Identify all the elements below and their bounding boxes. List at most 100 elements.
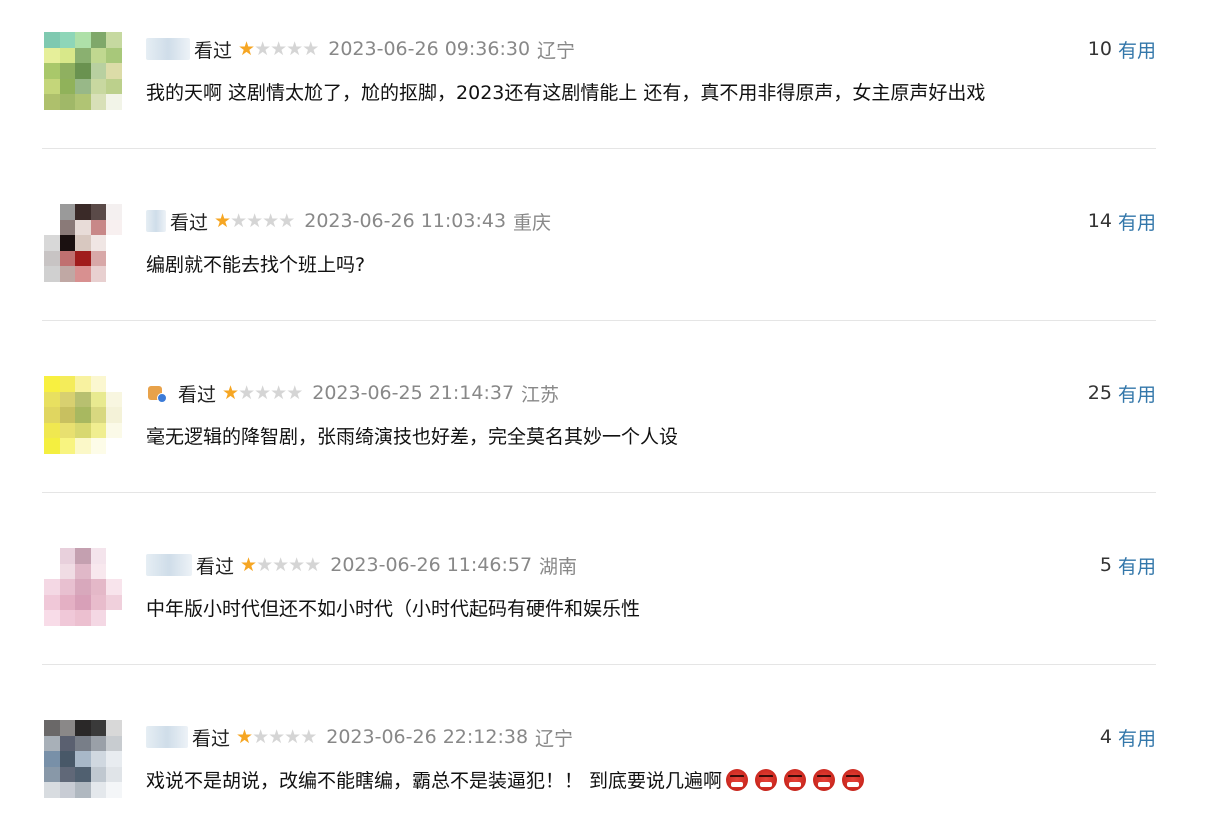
avatar-pixel [90, 204, 107, 220]
avatar-pixel [106, 32, 122, 48]
star-empty-icon: ★ [254, 381, 271, 404]
avatar-pixel [59, 579, 76, 595]
comment-text-body: 我的天啊 这剧情太尬了，尬的抠脚，2023还有这剧情能上 还有，真不用非得原声，… [146, 82, 986, 104]
star-filled-icon: ★ [238, 37, 255, 60]
avatar-pixel [75, 782, 91, 798]
avatar-pixel [75, 250, 91, 267]
avatar-pixel [106, 376, 122, 392]
comment-text-body: 戏说不是胡说，改编不能瞎编，霸总不是装逼犯！！ 到底要说几遍啊 [146, 770, 723, 792]
avatar-pixel [59, 63, 76, 79]
avatar-pixel [75, 94, 91, 110]
avatar-pixel [106, 204, 122, 220]
comment-meta: 看过 ★ ★ ★ ★ ★ 2023-06-26 09:36:30 辽宁 [146, 36, 575, 62]
rating-stars: ★ ★ ★ ★ ★ [238, 37, 319, 60]
avatar-pixel [90, 235, 107, 251]
avatar-pixel [75, 720, 91, 736]
avatar-pixel [44, 610, 60, 626]
avatar-pixel [90, 78, 107, 95]
avatar-pixel [59, 391, 76, 408]
comment-item: 看过 ★ ★ ★ ★ ★ 2023-06-25 21:14:37 江苏 25 有用 毫无… [0, 344, 1216, 516]
avatar-pixel [44, 391, 60, 408]
useful-button[interactable]: 有用 [1118, 208, 1156, 235]
useful-button[interactable]: 有用 [1118, 724, 1156, 751]
avatar-pixel [90, 548, 107, 564]
star-empty-icon: ★ [262, 209, 279, 232]
avatar-pixel [59, 548, 76, 564]
star-empty-icon: ★ [246, 209, 263, 232]
comment-text-body: 毫无逻辑的降智剧，张雨绮演技也好差，完全莫名其妙一个人设 [146, 426, 679, 448]
avatar-pixel [106, 610, 122, 626]
comment-text: 编剧就不能去找个班上吗? [146, 250, 365, 277]
star-empty-icon: ★ [268, 725, 285, 748]
avatar-pixel [59, 438, 76, 454]
avatar-pixel [59, 47, 76, 64]
watch-status: 看过 [194, 39, 233, 62]
avatar-pixel [106, 548, 122, 564]
watch-status: 看过 [196, 555, 235, 578]
avatar[interactable] [44, 32, 122, 110]
avatar-pixel [59, 782, 76, 798]
avatar[interactable] [44, 720, 122, 798]
avatar-pixel [44, 47, 60, 64]
avatar-pixel [106, 579, 122, 595]
comment-region: 湖南 [539, 555, 578, 578]
avatar-pixel [90, 391, 107, 408]
comment-region: 辽宁 [537, 39, 576, 62]
avatar-pixel [59, 766, 76, 783]
avatar-pixel [44, 94, 60, 110]
avatar-pixel [75, 376, 91, 392]
avatar-pixel [75, 47, 91, 64]
avatar-pixel [59, 94, 76, 110]
avatar-pixel [44, 63, 60, 79]
avatar-pixel [75, 391, 91, 408]
comment-meta: 看过 ★ ★ ★ ★ ★ 2023-06-26 11:03:43 重庆 [146, 208, 551, 234]
avatar[interactable] [44, 548, 122, 626]
avatar-pixel [44, 250, 60, 267]
comment-region: 江苏 [521, 383, 560, 406]
avatar[interactable] [44, 204, 122, 282]
avatar-pixel [59, 32, 76, 48]
angry-face-icon [784, 768, 807, 791]
comment-time: 2023-06-26 11:46:57 [330, 554, 533, 576]
star-empty-icon: ★ [304, 553, 321, 576]
vote-count: 10 [1087, 38, 1112, 60]
avatar-pixel [44, 751, 60, 767]
username[interactable] [146, 210, 166, 232]
comment-text: 毫无逻辑的降智剧，张雨绮演技也好差，完全莫名其妙一个人设 [146, 422, 678, 449]
username[interactable] [146, 38, 190, 60]
avatar-pixel [44, 204, 60, 220]
comment-text: 中年版小时代但还不如小时代（小时代起码有硬件和娱乐性 [146, 594, 640, 621]
star-empty-icon: ★ [252, 725, 269, 748]
useful-button[interactable]: 有用 [1118, 380, 1156, 407]
avatar-pixel [106, 94, 122, 110]
star-filled-icon: ★ [240, 553, 257, 576]
avatar-pixel [44, 548, 60, 564]
avatar[interactable] [44, 376, 122, 454]
avatar-pixel [106, 751, 122, 767]
username[interactable] [146, 726, 188, 748]
avatar-pixel [75, 766, 91, 783]
useful-button[interactable]: 有用 [1118, 36, 1156, 63]
avatar-pixel [106, 266, 122, 282]
comment-time: 2023-06-26 11:03:43 [304, 210, 507, 232]
avatar-pixel [90, 751, 107, 767]
avatar-pixel [90, 610, 107, 626]
rating-stars: ★ ★ ★ ★ ★ [222, 381, 303, 404]
avatar-pixel [59, 407, 76, 423]
useful-button[interactable]: 有用 [1118, 552, 1156, 579]
avatar-pixel [90, 563, 107, 580]
star-empty-icon: ★ [300, 725, 317, 748]
comment-meta: 看过 ★ ★ ★ ★ ★ 2023-06-25 21:14:37 江苏 [146, 380, 559, 406]
avatar-pixel [106, 735, 122, 752]
avatar-pixel [75, 219, 91, 236]
divider [42, 664, 1156, 665]
avatar-pixel [75, 407, 91, 423]
star-empty-icon: ★ [286, 381, 303, 404]
username[interactable] [146, 554, 192, 576]
avatar-pixel [59, 563, 76, 580]
avatar-pixel [90, 47, 107, 64]
avatar-pixel [59, 78, 76, 95]
comment-item: 看过 ★ ★ ★ ★ ★ 2023-06-26 22:12:38 辽宁 4 有用 戏说不… [0, 688, 1216, 833]
avatar-pixel [90, 63, 107, 79]
avatar-pixel [44, 720, 60, 736]
